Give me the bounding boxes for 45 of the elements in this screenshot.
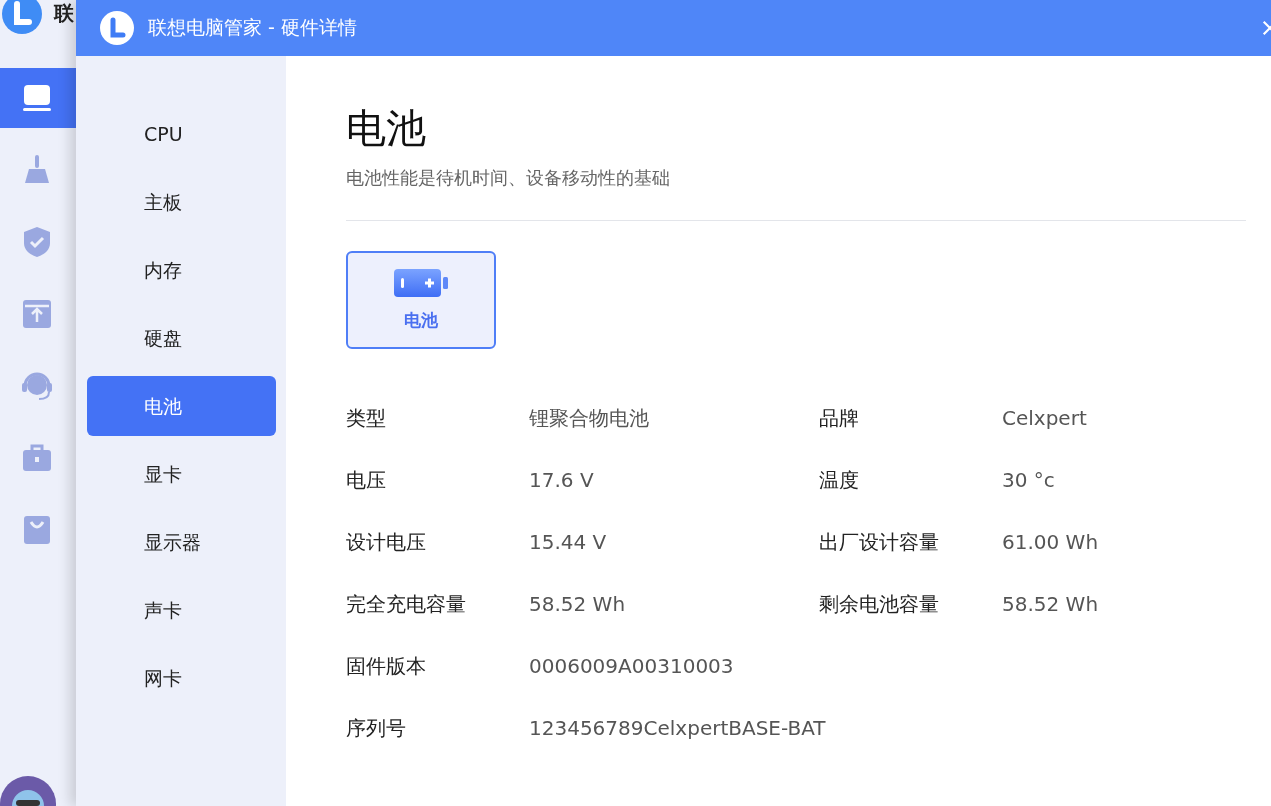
sidebar-item[interactable]: 电池 bbox=[87, 376, 276, 436]
sidebar-item[interactable]: 声卡 bbox=[87, 580, 276, 640]
spec-value: 58.52 Wh bbox=[1002, 591, 1099, 618]
upload-icon bbox=[21, 298, 53, 330]
sidebar-item[interactable]: 网卡 bbox=[87, 648, 276, 708]
spec-label: 品牌 bbox=[819, 405, 859, 432]
spec-value: 58.52 Wh bbox=[529, 591, 626, 618]
spec-value: 123456789CelxpertBASE-BAT bbox=[529, 715, 826, 742]
spec-label: 出厂设计容量 bbox=[819, 529, 939, 556]
nav-item[interactable] bbox=[0, 68, 76, 128]
spec-label: 类型 bbox=[346, 405, 386, 432]
headset-icon bbox=[21, 370, 53, 402]
spec-value: Celxpert bbox=[1002, 405, 1087, 432]
sidebar-item[interactable]: 内存 bbox=[87, 240, 276, 300]
spec-label: 序列号 bbox=[346, 715, 406, 742]
device-label: 电池 bbox=[404, 308, 438, 332]
logo-icon bbox=[2, 0, 42, 34]
spec-value: 61.00 Wh bbox=[1002, 529, 1099, 556]
sidebar-item[interactable]: CPU bbox=[87, 104, 276, 164]
spec-label: 电压 bbox=[346, 467, 386, 494]
spec-value: 0006009A00310003 bbox=[529, 653, 734, 680]
spec-label: 固件版本 bbox=[346, 653, 426, 680]
logo-icon bbox=[100, 11, 134, 45]
spec-value: 15.44 V bbox=[529, 529, 607, 556]
shield-icon bbox=[21, 226, 53, 258]
spec-label: 设计电压 bbox=[346, 529, 426, 556]
sidebar-item[interactable]: 硬盘 bbox=[87, 308, 276, 368]
sidebar-item[interactable]: 主板 bbox=[87, 172, 276, 232]
spec-value: 锂聚合物电池 bbox=[529, 405, 649, 432]
section-title: 电池 bbox=[346, 104, 427, 153]
sidebar-item[interactable]: 显卡 bbox=[87, 444, 276, 504]
spec-value: 30 °c bbox=[1002, 467, 1055, 494]
spec-label: 完全充电容量 bbox=[346, 591, 466, 618]
section-description: 电池性能是待机时间、设备移动性的基础 bbox=[346, 166, 671, 190]
spec-label: 剩余电池容量 bbox=[819, 591, 939, 618]
laptop-icon bbox=[21, 82, 53, 114]
bag-icon bbox=[21, 514, 53, 546]
sidebar-item[interactable]: 显示器 bbox=[87, 512, 276, 572]
spec-label: 温度 bbox=[819, 467, 859, 494]
device-card[interactable]: 电池 bbox=[346, 251, 496, 349]
window-title: 联想电脑管家 - 硬件详情 bbox=[148, 15, 357, 40]
briefcase-icon bbox=[21, 442, 53, 474]
app-name: 联 bbox=[54, 0, 74, 27]
spec-value: 17.6 V bbox=[529, 467, 594, 494]
battery-icon bbox=[394, 268, 448, 297]
